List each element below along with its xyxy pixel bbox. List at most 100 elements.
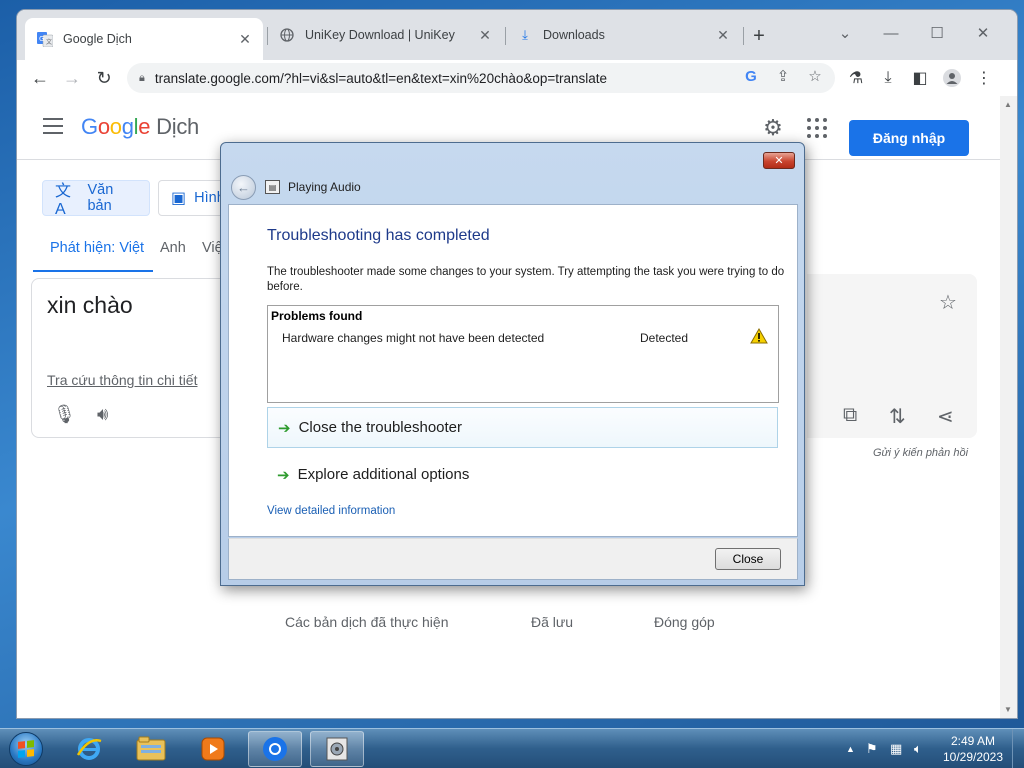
profile-avatar-icon[interactable] (939, 65, 965, 91)
windows-taskbar: ▲ ⚑ ▦ 🔈︎ 2:49 AM 10/29/2023 (0, 728, 1024, 768)
dialog-heading: Troubleshooting has completed (267, 227, 490, 244)
tab-title: Google Dịch (63, 32, 132, 46)
image-icon: ▣ (171, 190, 187, 207)
green-arrow-icon: ➔ (277, 466, 290, 484)
troubleshooter-app-icon: ▤ (265, 180, 280, 194)
windows-logo-icon (9, 732, 43, 766)
troubleshooter-taskbar-icon[interactable] (310, 731, 364, 767)
browser-toolbar: ← → ↻ 🔒︎ translate.google.com/?hl=vi&sl=… (17, 60, 1017, 96)
maximize-icon[interactable]: ☐ (917, 18, 957, 48)
svg-text:文: 文 (46, 38, 52, 46)
show-desktop-button[interactable] (1012, 729, 1024, 768)
history-link[interactable]: Các bản dịch đã thực hiện (285, 614, 448, 630)
contribute-link[interactable]: Đóng góp (654, 614, 715, 630)
troubleshooter-dialog: ✕ ← ▤ Playing Audio Troubleshooting has … (220, 142, 805, 586)
copy-icon[interactable]: ⧉ (843, 404, 857, 427)
new-tab-icon[interactable]: + (747, 24, 771, 48)
tab-search-icon[interactable]: ⌄ (825, 18, 865, 48)
chrome-taskbar-icon[interactable] (248, 731, 302, 767)
file-explorer-icon[interactable] (124, 731, 178, 767)
view-detailed-info-link[interactable]: View detailed information (267, 505, 395, 517)
hamburger-menu-icon[interactable] (43, 118, 63, 134)
tab-separator (743, 27, 744, 45)
problems-found-panel: Problems found Hardware changes might no… (267, 305, 779, 403)
settings-gear-icon[interactable]: ⚙ (761, 115, 785, 140)
media-player-icon[interactable] (186, 731, 240, 767)
dialog-close-icon[interactable]: ✕ (763, 152, 795, 169)
active-tab-indicator (33, 270, 153, 272)
scroll-up-icon[interactable]: ▲ (1004, 100, 1012, 109)
translate-icon: 文A (55, 183, 72, 218)
internet-explorer-icon[interactable] (62, 731, 116, 767)
reload-icon[interactable]: ↻ (91, 65, 117, 91)
clock-time: 2:49 AM (950, 734, 996, 748)
svg-text:G: G (39, 35, 44, 43)
address-bar[interactable]: 🔒︎ translate.google.com/?hl=vi&sl=auto&t… (127, 63, 835, 93)
tab-strip: G文 Google Dịch ✕ UniKey Download | UniKe… (17, 10, 1017, 60)
share-icon[interactable]: ⇪ (773, 66, 793, 86)
sign-in-button[interactable]: Đăng nhập (849, 120, 969, 156)
source-text[interactable]: xin chào (47, 292, 133, 319)
action-center-flag-icon[interactable]: ⚑ (866, 741, 878, 757)
close-tab-icon[interactable]: ✕ (237, 31, 253, 47)
close-tab-icon[interactable]: ✕ (715, 27, 731, 43)
tab-title: UniKey Download | UniKey (305, 28, 455, 42)
close-window-icon[interactable]: ✕ (963, 18, 1003, 48)
tab-unikey[interactable]: UniKey Download | UniKey ✕ (267, 18, 503, 52)
dialog-footer: Close (228, 538, 798, 580)
back-arrow-icon[interactable]: ← (27, 65, 53, 91)
lock-icon: 🔒︎ (139, 71, 145, 84)
menu-kebab-icon[interactable]: ⋮ (971, 65, 997, 91)
send-feedback-link[interactable]: Gửi ý kiến phản hồi (873, 447, 968, 459)
dialog-title: Playing Audio (288, 180, 361, 194)
labs-flask-icon[interactable]: ⚗ (843, 65, 869, 91)
tab-title: Downloads (543, 28, 605, 42)
close-troubleshooter-label: Close the troubleshooter (298, 419, 463, 436)
back-arrow-icon[interactable]: ← (231, 175, 256, 200)
google-translate-icon: G文 (37, 31, 53, 47)
google-dich-logo[interactable]: Google Dịch (81, 114, 199, 140)
image-mode-button[interactable]: ▣ Hình (158, 180, 228, 216)
english-language-tab[interactable]: Anh (160, 240, 186, 256)
google-lens-icon[interactable]: G (741, 66, 761, 86)
rate-translation-icon[interactable]: ⇅ (889, 404, 906, 429)
page-scrollbar[interactable]: ▲ ▼ (1000, 96, 1017, 718)
microphone-icon[interactable]: 🎙︎ (53, 404, 76, 425)
warning-icon (750, 327, 768, 344)
star-icon[interactable]: ☆ (939, 290, 957, 315)
lookup-details-link[interactable]: Tra cứu thông tin chi tiết (47, 372, 197, 388)
apps-grid-icon[interactable] (807, 118, 827, 138)
tab-google-dich[interactable]: G文 Google Dịch ✕ (25, 18, 263, 60)
side-panel-icon[interactable]: ◧ (907, 65, 933, 91)
downloads-icon[interactable]: ⤓ (875, 65, 901, 91)
explore-options-option[interactable]: ➔ Explore additional options (267, 454, 778, 495)
speaker-icon[interactable]: 🔊︎ (97, 404, 108, 425)
system-clock[interactable]: 2:49 AM 10/29/2023 (938, 733, 1008, 765)
bookmark-star-icon[interactable]: ☆ (805, 66, 825, 86)
problems-header: Problems found (271, 309, 363, 323)
network-icon[interactable]: ▦ (890, 741, 902, 757)
explore-options-label: Explore additional options (297, 466, 470, 483)
forward-arrow-icon[interactable]: → (59, 65, 85, 91)
dialog-description: The troubleshooter made some changes to … (267, 266, 785, 293)
text-mode-label: Văn bản (87, 182, 114, 214)
detect-language-tab[interactable]: Phát hiện: Việt (50, 240, 144, 256)
minimize-icon[interactable]: — (871, 18, 911, 48)
share-icon[interactable]: ⋖ (937, 404, 954, 429)
green-arrow-icon: ➔ (278, 419, 291, 437)
url-text: translate.google.com/?hl=vi&sl=auto&tl=e… (154, 70, 608, 86)
tab-downloads[interactable]: ⤓ Downloads ✕ (505, 18, 741, 52)
close-tab-icon[interactable]: ✕ (477, 27, 493, 43)
problem-name[interactable]: Hardware changes might not have been det… (282, 331, 544, 345)
download-icon: ⤓ (522, 27, 528, 42)
start-button[interactable] (4, 730, 48, 768)
scroll-down-icon[interactable]: ▼ (1004, 705, 1012, 714)
show-hidden-icons-icon[interactable]: ▲ (846, 744, 855, 754)
saved-link[interactable]: Đã lưu (531, 614, 573, 630)
text-mode-button[interactable]: 文A Văn bản (42, 180, 150, 218)
volume-muted-icon[interactable]: 🔈︎ (914, 741, 922, 757)
problem-status: Detected (640, 331, 689, 345)
clock-date: 10/29/2023 (942, 750, 1004, 764)
close-button[interactable]: Close (715, 548, 781, 570)
close-troubleshooter-option[interactable]: ➔ Close the troubleshooter (267, 407, 778, 448)
